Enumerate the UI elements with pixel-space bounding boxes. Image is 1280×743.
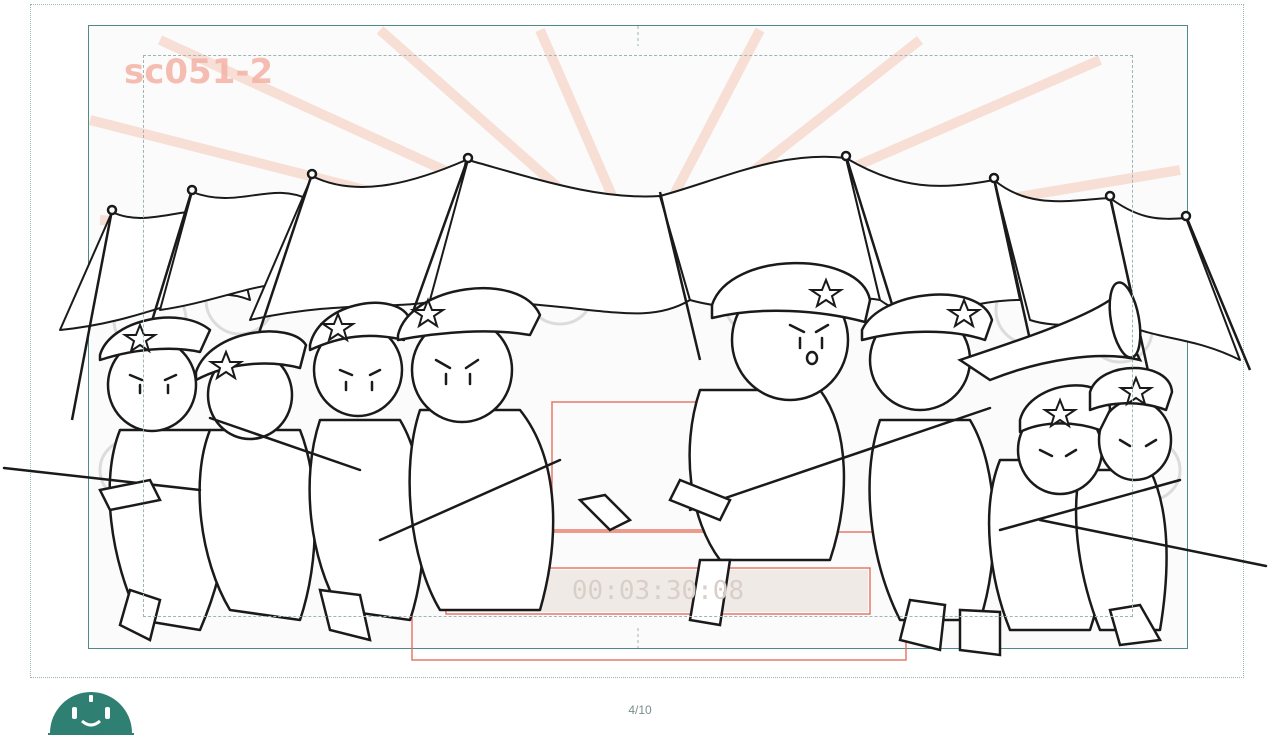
logo-text: YUDUBAI (71, 730, 111, 737)
timecode: 00:03:30:08 (571, 576, 745, 606)
safe-area-guide (143, 55, 1133, 617)
storyboard-page: sc051-2 00:03:30:08 4/10 YUDUBAI (0, 0, 1280, 743)
scene-label: sc051-2 (124, 52, 274, 92)
page-number: 4/10 (628, 703, 652, 717)
